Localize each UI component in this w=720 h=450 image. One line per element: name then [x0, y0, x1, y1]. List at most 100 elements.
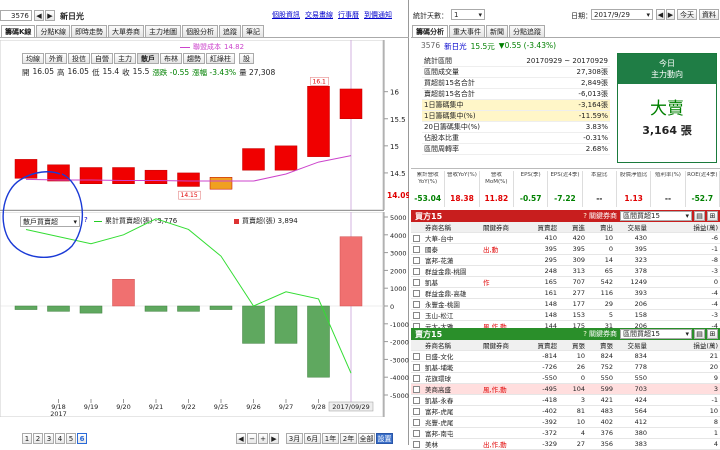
date-next-button[interactable]: ▶	[666, 9, 675, 20]
zoom-in-icon[interactable]: +	[258, 433, 268, 444]
scroll-right-button[interactable]: ▶	[269, 433, 279, 444]
column-header[interactable]: 關鍵券商	[481, 222, 525, 233]
table-row[interactable]: 凱基-埔墘 -726 26 752 778 20	[411, 361, 720, 373]
range-2y-button[interactable]: 2年	[340, 433, 357, 444]
page-5-button[interactable]: 5	[66, 433, 76, 444]
page-2-button[interactable]: 2	[33, 433, 43, 444]
row-checkbox[interactable]	[413, 440, 420, 448]
row-checkbox[interactable]	[413, 300, 420, 308]
tab-major-events[interactable]: 重大事件	[449, 25, 485, 37]
column-header[interactable]: 賣張	[587, 340, 615, 351]
stock-prev-button[interactable]: ◀	[34, 10, 44, 21]
tab-notes[interactable]: 筆記	[242, 25, 265, 37]
tab-track[interactable]: 追蹤	[219, 25, 242, 37]
buy-list-icon[interactable]: ▤	[694, 211, 705, 221]
data-button[interactable]: 資料	[699, 9, 719, 20]
column-header[interactable]: 損益(萬)	[649, 222, 720, 233]
row-checkbox[interactable]	[413, 363, 420, 371]
stat-days-select[interactable]: 1 ▾	[451, 9, 485, 20]
range-1y-button[interactable]: 1年	[322, 433, 339, 444]
scroll-left-button[interactable]: ◀	[236, 433, 246, 444]
page-1-button[interactable]: 1	[22, 433, 32, 444]
stock-info-link[interactable]: 個股資訊	[272, 10, 300, 20]
table-row[interactable]: 群益金鼎-高雄 161 277 116 393 -4	[411, 287, 720, 299]
tab-branch-tracking[interactable]: 分點追蹤	[509, 25, 545, 37]
table-row[interactable]: 大華-台中 410 420 10 430 -6	[411, 232, 720, 244]
column-header[interactable]: 交易量	[615, 222, 649, 233]
row-checkbox[interactable]	[413, 418, 420, 426]
column-header[interactable]: 損益(萬)	[649, 340, 720, 351]
table-row[interactable]: 兆豐-虎尾 -392 10 402 412 8	[411, 416, 720, 428]
row-checkbox[interactable]	[413, 278, 420, 286]
sell-list-icon[interactable]: ▤	[694, 329, 705, 339]
date-input[interactable]: 2017/9/29 ▾	[591, 9, 653, 20]
row-checkbox[interactable]	[413, 407, 420, 415]
table-row[interactable]: 美商高盛 風,作,動 -495 104 599 703 3	[411, 383, 720, 395]
column-header[interactable]: 買賣超	[525, 340, 559, 351]
column-header[interactable]: 券商名稱	[423, 340, 481, 351]
tab-main-map[interactable]: 主力地圖	[145, 25, 182, 37]
table-row[interactable]: 永豐金-桃園 148 177 29 206 -4	[411, 298, 720, 310]
table-row[interactable]: 富邦-南屯 -372 4 376 380 1	[411, 427, 720, 439]
column-header[interactable]: 交易量	[615, 340, 649, 351]
calendar-link[interactable]: 行事曆	[338, 10, 359, 20]
column-header[interactable]: 關鍵券商	[481, 340, 525, 351]
tab-realtime[interactable]: 即時走勢	[71, 25, 108, 37]
column-header[interactable]: 券商名稱	[423, 222, 481, 233]
page-6-button[interactable]: 6	[77, 433, 87, 444]
column-header[interactable]: 買張	[559, 340, 587, 351]
table-cell: 風,作,動	[481, 383, 525, 395]
buy-filter-select[interactable]: 區間買超15 ▾	[620, 211, 692, 221]
today-button[interactable]: 今天	[677, 9, 697, 20]
high-flag: 16.1	[313, 78, 327, 85]
range-settings-button[interactable]: 設置	[376, 433, 393, 444]
stock-code-input[interactable]: 3576	[0, 10, 32, 21]
row-checkbox[interactable]	[413, 267, 420, 275]
buy-grid-icon[interactable]: ⊞	[707, 211, 718, 221]
sell-grid-icon[interactable]: ⊞	[707, 329, 718, 339]
row-checkbox[interactable]	[413, 429, 420, 437]
sell-filter-select[interactable]: 區間買超15 ▾	[620, 329, 692, 339]
tab-stock-analysis[interactable]: 個股分析	[182, 25, 219, 37]
table-row[interactable]: 凱基-永春 -418 3 421 424 -1	[411, 394, 720, 406]
page-3-button[interactable]: 3	[44, 433, 54, 444]
help-icon[interactable]: ?	[583, 212, 587, 220]
row-checkbox[interactable]	[413, 245, 420, 253]
price-alert-link[interactable]: 到價通知	[364, 10, 392, 20]
page-4-button[interactable]: 4	[55, 433, 65, 444]
table-row[interactable]: 美林 出,作,動 -329 27 356 383 4	[411, 438, 720, 450]
column-header[interactable]: 賣出	[587, 222, 615, 233]
range-3m-button[interactable]: 3月	[286, 433, 303, 444]
tab-chip-analysis[interactable]: 籌碼分析	[412, 25, 448, 37]
table-row[interactable]: 國泰 出,動 395 395 0 395 -1	[411, 243, 720, 255]
drawing-link[interactable]: 交易畫線	[305, 10, 333, 20]
column-header[interactable]: 買賣超	[525, 222, 559, 233]
table-row[interactable]: 群益金鼎-桃園 248 313 65 378 -3	[411, 265, 720, 277]
row-checkbox[interactable]	[413, 374, 420, 382]
tab-chip-kline[interactable]: 籌碼K線	[1, 25, 36, 37]
table-row[interactable]: 凱基作 165 707 542 1249 0	[411, 276, 720, 288]
table-row[interactable]: 玉山-松江 148 153 5 158 -3	[411, 309, 720, 321]
tab-big-broker[interactable]: 大單券商	[108, 25, 145, 37]
tab-branch-kline[interactable]: 分點K線	[36, 25, 71, 37]
row-checkbox[interactable]	[413, 289, 420, 297]
column-header[interactable]: 買進	[559, 222, 587, 233]
row-checkbox[interactable]	[413, 234, 420, 242]
stock-next-button[interactable]: ▶	[45, 10, 55, 21]
zoom-out-icon[interactable]: −	[247, 433, 257, 444]
tab-news[interactable]: 新聞	[486, 25, 508, 37]
row-checkbox[interactable]	[413, 256, 420, 264]
row-checkbox[interactable]	[413, 352, 420, 360]
range-6m-button[interactable]: 6月	[304, 433, 321, 444]
table-row[interactable]: 日盛-文化 -814 10 824 834 21	[411, 350, 720, 362]
table-row[interactable]: 花旗環球 -550 0 550 550 9	[411, 372, 720, 384]
metric-cell: 累計營收YoY(%) -53.04	[411, 171, 446, 207]
range-all-button[interactable]: 全部	[358, 433, 375, 444]
row-checkbox[interactable]	[413, 311, 420, 319]
help-icon[interactable]: ?	[583, 330, 587, 338]
table-row[interactable]: 富邦-花蓮 295 309 14 323 -8	[411, 254, 720, 266]
row-checkbox[interactable]	[413, 396, 420, 404]
date-prev-button[interactable]: ◀	[656, 9, 665, 20]
row-checkbox[interactable]	[413, 385, 420, 393]
table-row[interactable]: 富邦-虎尾 -402 81 483 564 10	[411, 405, 720, 417]
